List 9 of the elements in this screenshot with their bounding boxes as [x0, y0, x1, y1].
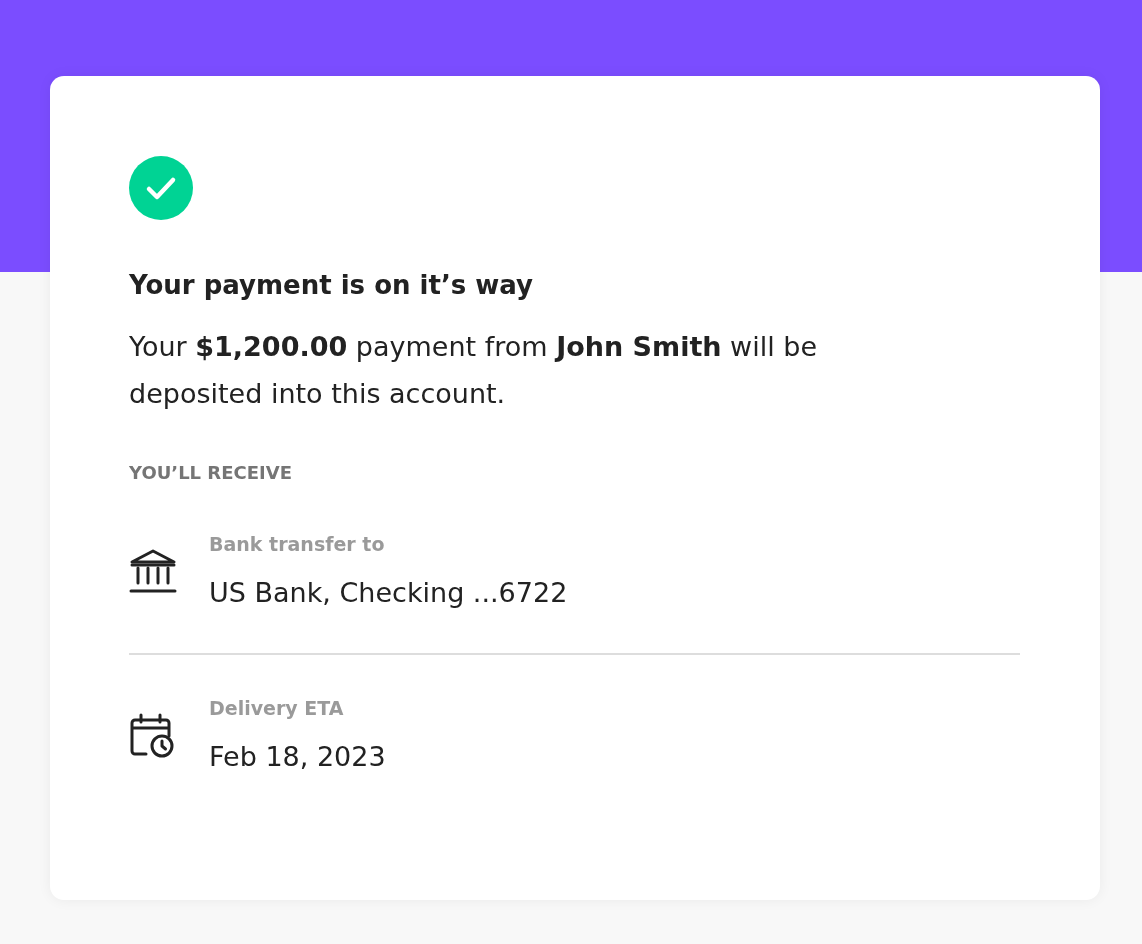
section-heading: YOU’LL RECEIVE [129, 461, 292, 485]
detail-value: US Bank, Checking ...6722 [209, 576, 568, 610]
message: Your $1,200.00 payment from John Smith will be deposited into this account. [129, 330, 819, 411]
detail-value: Feb 18, 2023 [209, 740, 386, 774]
detail-label: Delivery ETA [209, 696, 344, 721]
bank-icon [129, 548, 177, 594]
title: Your payment is on it’s way [129, 269, 534, 302]
check-icon [129, 156, 193, 220]
detail-label: Bank transfer to [209, 532, 385, 557]
